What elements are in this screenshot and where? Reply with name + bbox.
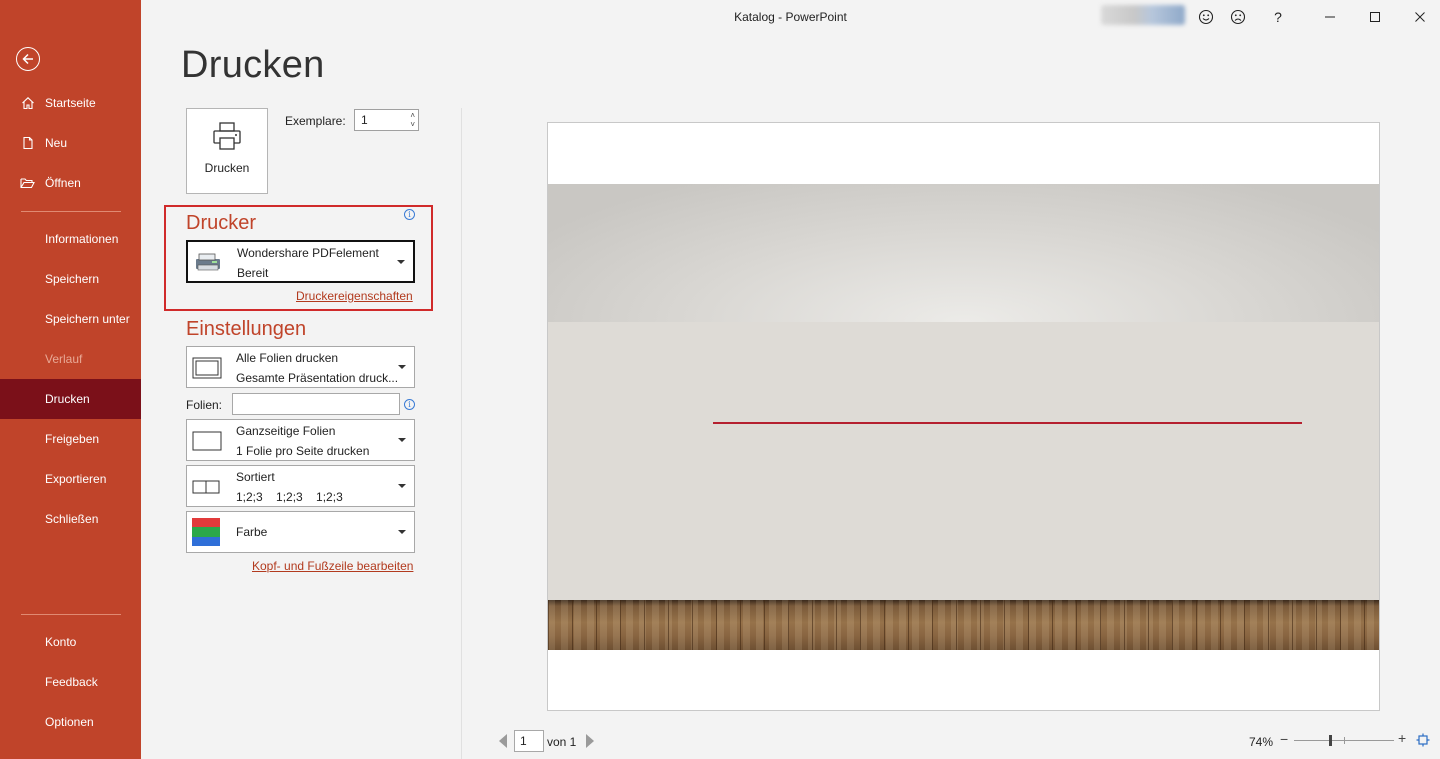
chevron-down-icon <box>398 530 406 534</box>
collate-desc: 1;2;3 1;2;3 1;2;3 <box>236 490 343 504</box>
sidebar-item-label: Freigeben <box>45 432 100 446</box>
copies-label: Exemplare: <box>285 114 346 128</box>
color-select[interactable]: Farbe <box>186 511 415 553</box>
backstage-sidebar: Startseite Neu Öffnen Informationen Spei… <box>0 0 141 759</box>
sidebar-item-feedback[interactable]: Feedback <box>0 662 141 702</box>
back-button[interactable] <box>16 47 40 71</box>
slides-field[interactable] <box>232 393 400 415</box>
sidebar-item-verlauf: Verlauf <box>0 339 141 379</box>
slide-preview-page <box>547 122 1380 711</box>
sidebar-item-optionen[interactable]: Optionen <box>0 702 141 742</box>
print-button[interactable]: Drucken <box>186 108 268 194</box>
spin-arrows-icon[interactable]: ˄ ˅ <box>410 111 415 129</box>
fit-to-window-icon[interactable] <box>1416 733 1430 747</box>
printer-section-title: Drucker <box>186 212 257 234</box>
next-page-icon[interactable] <box>586 734 594 748</box>
page-count: von 1 <box>547 735 577 749</box>
user-account-badge[interactable] <box>1101 5 1185 25</box>
printer-properties-link[interactable]: Druckereigenschaften <box>296 289 413 303</box>
frown-icon[interactable] <box>1228 6 1248 28</box>
zoom-out-icon[interactable]: − <box>1280 731 1288 747</box>
sidebar-item-startseite[interactable]: Startseite <box>0 83 141 123</box>
sidebar-item-label: Neu <box>45 136 68 150</box>
sidebar-item-schliessen[interactable]: Schließen <box>0 499 141 539</box>
full-page-slide-icon <box>192 431 222 451</box>
sidebar-item-label: Schließen <box>45 512 99 526</box>
slide-wood-floor <box>548 600 1379 650</box>
sidebar-item-label: Startseite <box>45 96 96 110</box>
copies-stepper[interactable]: 1 ˄ ˅ <box>354 109 419 131</box>
back-arrow-icon <box>22 53 33 65</box>
page-title: Drucken <box>181 44 325 86</box>
printer-select[interactable]: Wondershare PDFelement Bereit <box>186 240 415 283</box>
sidebar-item-label: Informationen <box>45 232 119 246</box>
printer-device-icon <box>196 253 220 271</box>
chevron-down-icon <box>398 365 406 369</box>
zoom-slider-center-mark <box>1344 737 1345 744</box>
chevron-down-icon <box>397 259 405 264</box>
color-icon <box>192 518 220 546</box>
chevron-down-icon <box>398 484 406 488</box>
home-icon <box>0 96 45 110</box>
sidebar-separator <box>21 211 121 212</box>
maximize-icon[interactable] <box>1360 6 1390 28</box>
sidebar-item-label: Speichern <box>45 272 100 286</box>
printer-icon <box>213 122 241 150</box>
sidebar-item-label: Optionen <box>45 715 94 729</box>
slides-field-label: Folien: <box>186 398 223 412</box>
sidebar-item-label: Verlauf <box>45 352 83 366</box>
sidebar-item-speichern-unter[interactable]: Speichern unter <box>0 299 141 339</box>
close-icon[interactable] <box>1405 6 1435 28</box>
sidebar-item-label: Feedback <box>45 675 98 689</box>
all-slides-icon <box>192 357 222 379</box>
sidebar-item-label: Exportieren <box>45 472 107 486</box>
new-document-icon <box>0 136 45 150</box>
page-number-input[interactable]: 1 <box>514 730 544 752</box>
sidebar-item-neu[interactable]: Neu <box>0 123 141 163</box>
sidebar-item-oeffnen[interactable]: Öffnen <box>0 163 141 203</box>
help-icon[interactable]: ? <box>1268 6 1288 28</box>
sidebar-item-label: Öffnen <box>45 176 81 190</box>
sidebar-item-drucken[interactable]: Drucken <box>0 379 141 419</box>
zoom-in-icon[interactable]: + <box>1398 730 1406 746</box>
sidebar-item-speichern[interactable]: Speichern <box>0 259 141 299</box>
sidebar-separator <box>21 614 121 615</box>
sidebar-item-informationen[interactable]: Informationen <box>0 219 141 259</box>
color-label: Farbe <box>236 525 268 539</box>
printer-status: Bereit <box>237 266 269 280</box>
slide-range-select[interactable]: Alle Folien drucken Gesamte Präsentation… <box>186 346 415 388</box>
slide-range-desc: Gesamte Präsentation druck... <box>236 371 399 385</box>
sidebar-item-label: Drucken <box>45 392 90 406</box>
layout-label: Ganzseitige Folien <box>236 424 336 438</box>
collated-icon <box>192 480 220 494</box>
collate-label: Sortiert <box>236 470 275 484</box>
collate-select[interactable]: Sortiert 1;2;3 1;2;3 1;2;3 <box>186 465 415 507</box>
print-button-label: Drucken <box>204 161 250 175</box>
sidebar-item-freigeben[interactable]: Freigeben <box>0 419 141 459</box>
slide-ceiling-band <box>548 184 1379 322</box>
smiley-icon[interactable] <box>1196 6 1216 28</box>
slide-accent-line <box>713 422 1302 424</box>
title-bar: Katalog - PowerPoint ? <box>141 0 1440 34</box>
sidebar-item-label: Konto <box>45 635 77 649</box>
sidebar-item-exportieren[interactable]: Exportieren <box>0 459 141 499</box>
folder-open-icon <box>0 176 45 190</box>
sidebar-item-label: Speichern unter <box>45 312 130 326</box>
header-footer-link[interactable]: Kopf- und Fußzeile bearbeiten <box>252 559 413 573</box>
settings-section-title: Einstellungen <box>186 318 307 340</box>
previous-page-icon[interactable] <box>499 734 507 748</box>
layout-select[interactable]: Ganzseitige Folien 1 Folie pro Seite dru… <box>186 419 415 461</box>
minimize-icon[interactable] <box>1315 6 1345 28</box>
layout-desc: 1 Folie pro Seite drucken <box>236 444 370 458</box>
chevron-down-icon <box>398 438 406 442</box>
zoom-level[interactable]: 74% <box>1249 735 1273 749</box>
printer-name: Wondershare PDFelement <box>237 246 379 260</box>
slide-wall-band <box>548 322 1379 600</box>
sidebar-item-konto[interactable]: Konto <box>0 622 141 662</box>
slide-range-label: Alle Folien drucken <box>236 351 339 365</box>
copies-value: 1 <box>361 113 368 127</box>
zoom-slider-thumb[interactable] <box>1329 735 1332 746</box>
info-icon[interactable]: i <box>404 399 415 410</box>
info-icon[interactable]: i <box>404 209 415 220</box>
